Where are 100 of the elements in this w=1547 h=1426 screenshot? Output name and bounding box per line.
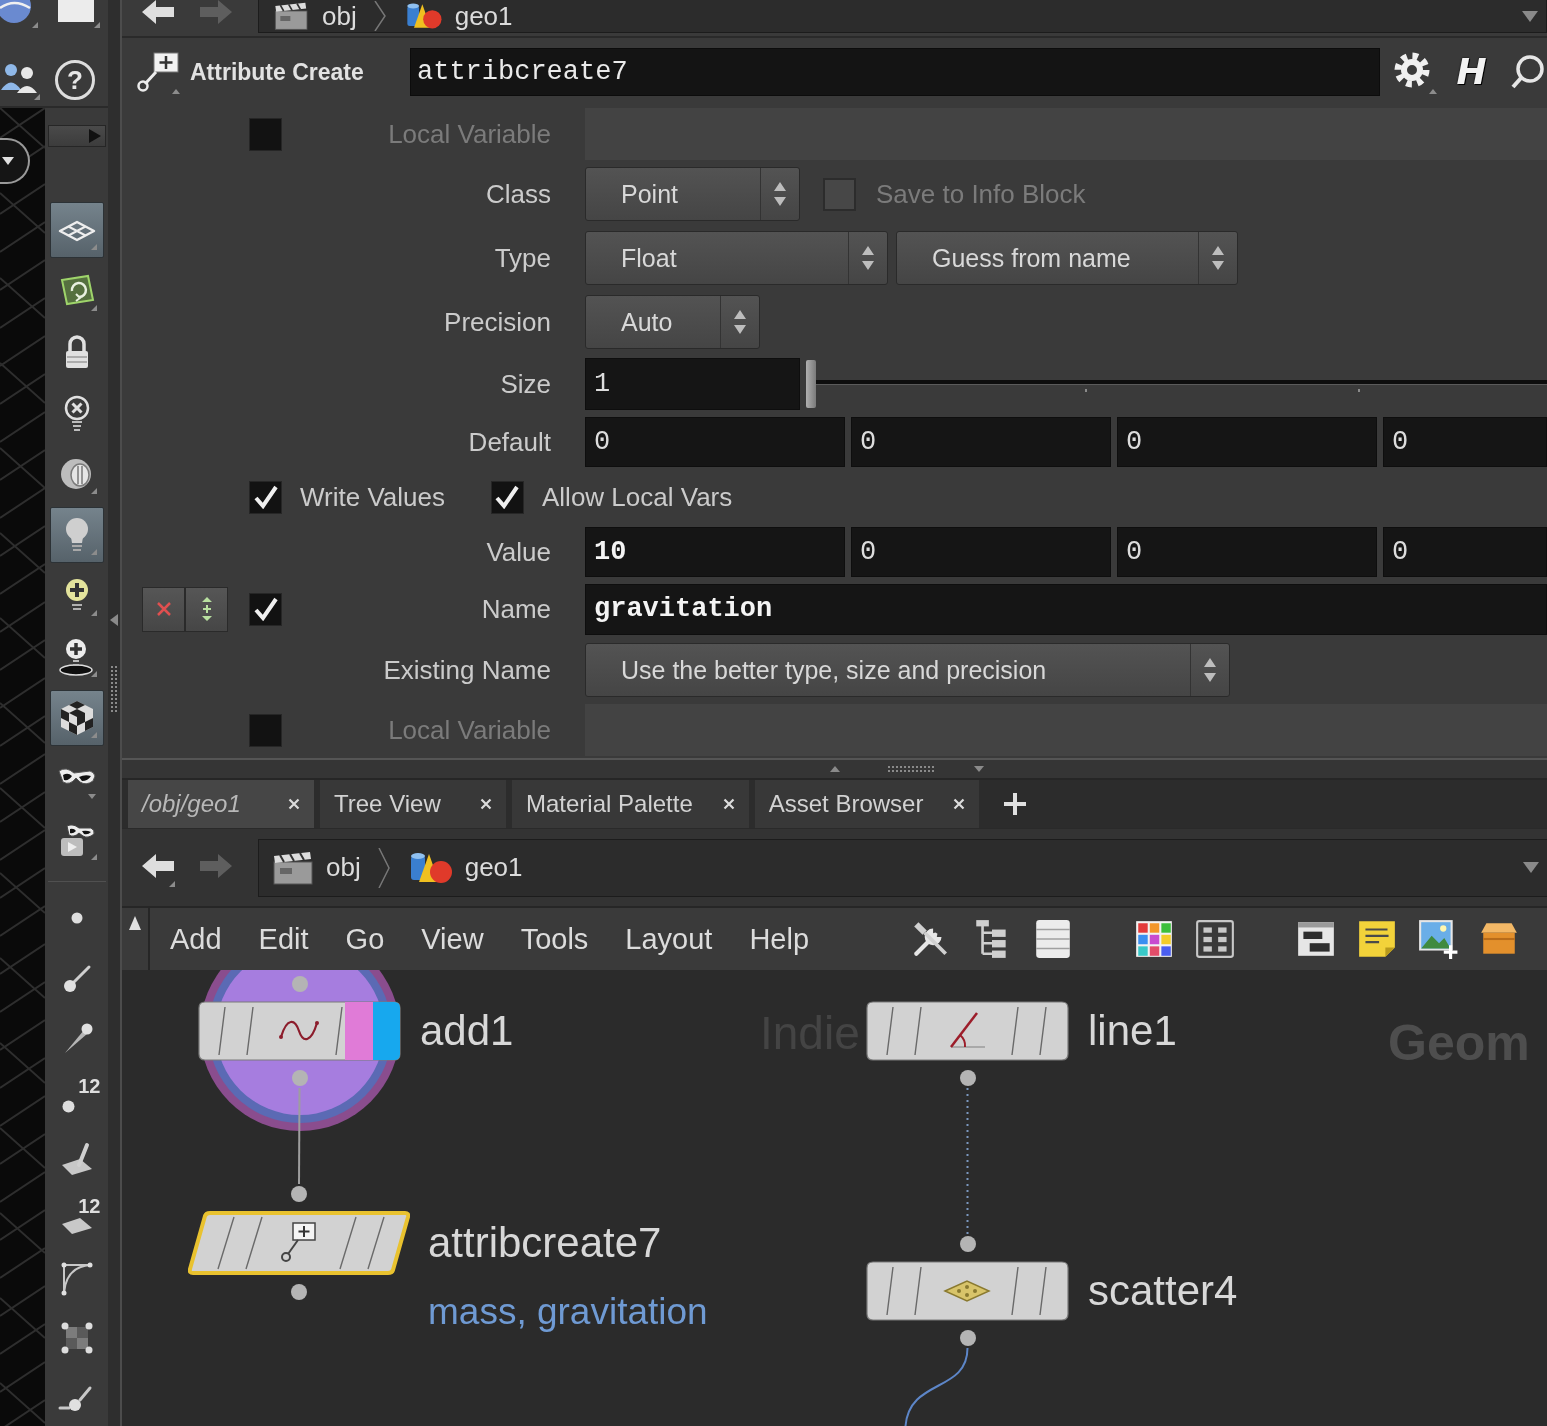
square-icon[interactable] (58, 0, 100, 28)
menu-item[interactable]: Layout (625, 922, 713, 956)
updown-arrows-icon (773, 180, 787, 208)
bulb-disc-icon (56, 637, 97, 677)
output-port-icon[interactable] (291, 1284, 307, 1300)
triangle-up-icon[interactable] (129, 916, 141, 930)
tab[interactable]: Material Palette (512, 780, 749, 828)
output-port-icon[interactable] (959, 1330, 976, 1346)
path-field[interactable]: obj geo1 (258, 838, 1547, 897)
grid-icon[interactable] (1194, 918, 1236, 960)
wire[interactable] (904, 1347, 969, 1426)
color-grid-icon[interactable] (1133, 918, 1175, 960)
checkbox-label: Write Values (300, 481, 445, 513)
node-name-label: add1 (420, 1006, 514, 1056)
network-node[interactable] (865, 1000, 1070, 1062)
path-segment[interactable]: obj (259, 849, 361, 886)
dropdown-menu[interactable]: Float (585, 231, 888, 285)
shelf-button[interactable] (49, 690, 104, 746)
output-port-icon[interactable] (959, 1070, 976, 1086)
network-node[interactable] (188, 1210, 410, 1276)
check-icon (253, 485, 278, 509)
number-field[interactable]: 0 (1383, 417, 1547, 467)
caret-down-icon (2, 157, 14, 165)
checkbox-label: Allow Local Vars (542, 481, 733, 513)
shelf-button[interactable]: 12 (49, 1070, 104, 1126)
input-port-icon[interactable] (291, 1186, 307, 1202)
parameter-label: Existing Name (382, 654, 551, 686)
insert-button[interactable] (185, 586, 228, 632)
help-button[interactable]: ? (55, 60, 95, 100)
node-name-field[interactable]: attribcreate7 (410, 48, 1380, 96)
image-add-icon[interactable] (1417, 918, 1459, 960)
wire[interactable] (966, 1087, 969, 1235)
slider-track[interactable] (806, 358, 1547, 410)
menu-item[interactable]: View (421, 922, 484, 956)
node-help-button[interactable]: H (1450, 50, 1493, 94)
close-icon[interactable] (288, 798, 300, 810)
caret-down-icon[interactable] (1522, 10, 1538, 22)
node-name-label: line1 (1088, 1006, 1177, 1056)
checkbox[interactable] (249, 480, 282, 514)
checkbox[interactable] (491, 480, 524, 514)
number-field[interactable]: 0 (851, 527, 1111, 577)
slider-handle[interactable] (806, 360, 816, 408)
path-segment[interactable]: geo1 (389, 0, 513, 32)
triangle-left-icon[interactable] (110, 614, 118, 626)
number-field[interactable]: 1 (585, 358, 800, 410)
grip-icon[interactable] (888, 765, 936, 773)
dropdown-menu[interactable]: Guess from name (896, 231, 1238, 285)
sticky-note-icon[interactable] (1356, 918, 1398, 960)
node-name-label: scatter4 (1088, 1266, 1238, 1316)
number-field[interactable]: 10 (585, 527, 845, 577)
dropdown-menu[interactable]: Auto (585, 295, 760, 349)
chevron-icon (376, 847, 391, 888)
dropdown-menu[interactable]: Use the better type, size and precision (585, 643, 1230, 697)
parameter-label: Class (485, 178, 551, 210)
tab[interactable]: /obj/geo1 (128, 780, 314, 828)
number-field[interactable]: 0 (1117, 417, 1377, 467)
path-field[interactable]: obj geo1 (258, 0, 1547, 33)
triangle-down-icon[interactable] (974, 766, 984, 772)
tab[interactable]: Tree View (320, 780, 506, 828)
parameter-label: Name (480, 593, 551, 625)
shelf-button[interactable] (49, 507, 104, 563)
menu-item[interactable]: Go (345, 922, 385, 956)
remove-button[interactable] (142, 586, 185, 632)
dropdown-menu[interactable]: Point (585, 167, 800, 221)
grip-icon[interactable] (110, 666, 118, 714)
close-icon[interactable] (953, 798, 966, 810)
tab[interactable]: Asset Browser (754, 780, 980, 828)
point-icon (62, 1099, 75, 1113)
menu-item[interactable]: Help (749, 922, 810, 956)
checkbox[interactable] (249, 592, 282, 626)
number-field[interactable]: 0 (851, 417, 1111, 467)
number-field[interactable]: 0 (1117, 527, 1377, 577)
number-field[interactable]: 0 (1383, 527, 1547, 577)
parameter-label: Local Variable (387, 714, 551, 746)
input-port-icon[interactable] (291, 976, 308, 992)
text-field[interactable]: gravitation (585, 583, 1547, 635)
network-node[interactable] (865, 1260, 1070, 1322)
close-icon[interactable] (722, 798, 735, 810)
parameter-label: Precision (443, 306, 551, 338)
close-icon[interactable] (480, 798, 492, 810)
shelf-button[interactable] (49, 202, 104, 258)
path-segment[interactable]: geo1 (393, 849, 523, 886)
input-port-icon[interactable] (959, 1236, 976, 1252)
number-field[interactable]: 0 (585, 417, 845, 467)
wire[interactable] (298, 1087, 301, 1185)
angle-line-icon (950, 1012, 986, 1048)
triangle-up-icon[interactable] (830, 766, 840, 772)
parameter-label: Size (499, 368, 551, 400)
shelf-button[interactable]: 12 (49, 1190, 104, 1246)
triangle-right-icon (88, 129, 101, 143)
check-icon (253, 597, 278, 621)
path-segment[interactable]: obj (259, 0, 357, 32)
cross-icon (155, 601, 172, 617)
menu-item[interactable]: Tools (520, 922, 589, 956)
sphere-icon[interactable] (0, 0, 38, 28)
tag-plus-icon (281, 1222, 316, 1262)
updown-arrows-icon (861, 244, 875, 272)
menu-item[interactable]: Add (170, 922, 222, 956)
menu-item[interactable]: Edit (258, 922, 309, 956)
caret-down-icon[interactable] (1523, 862, 1539, 873)
